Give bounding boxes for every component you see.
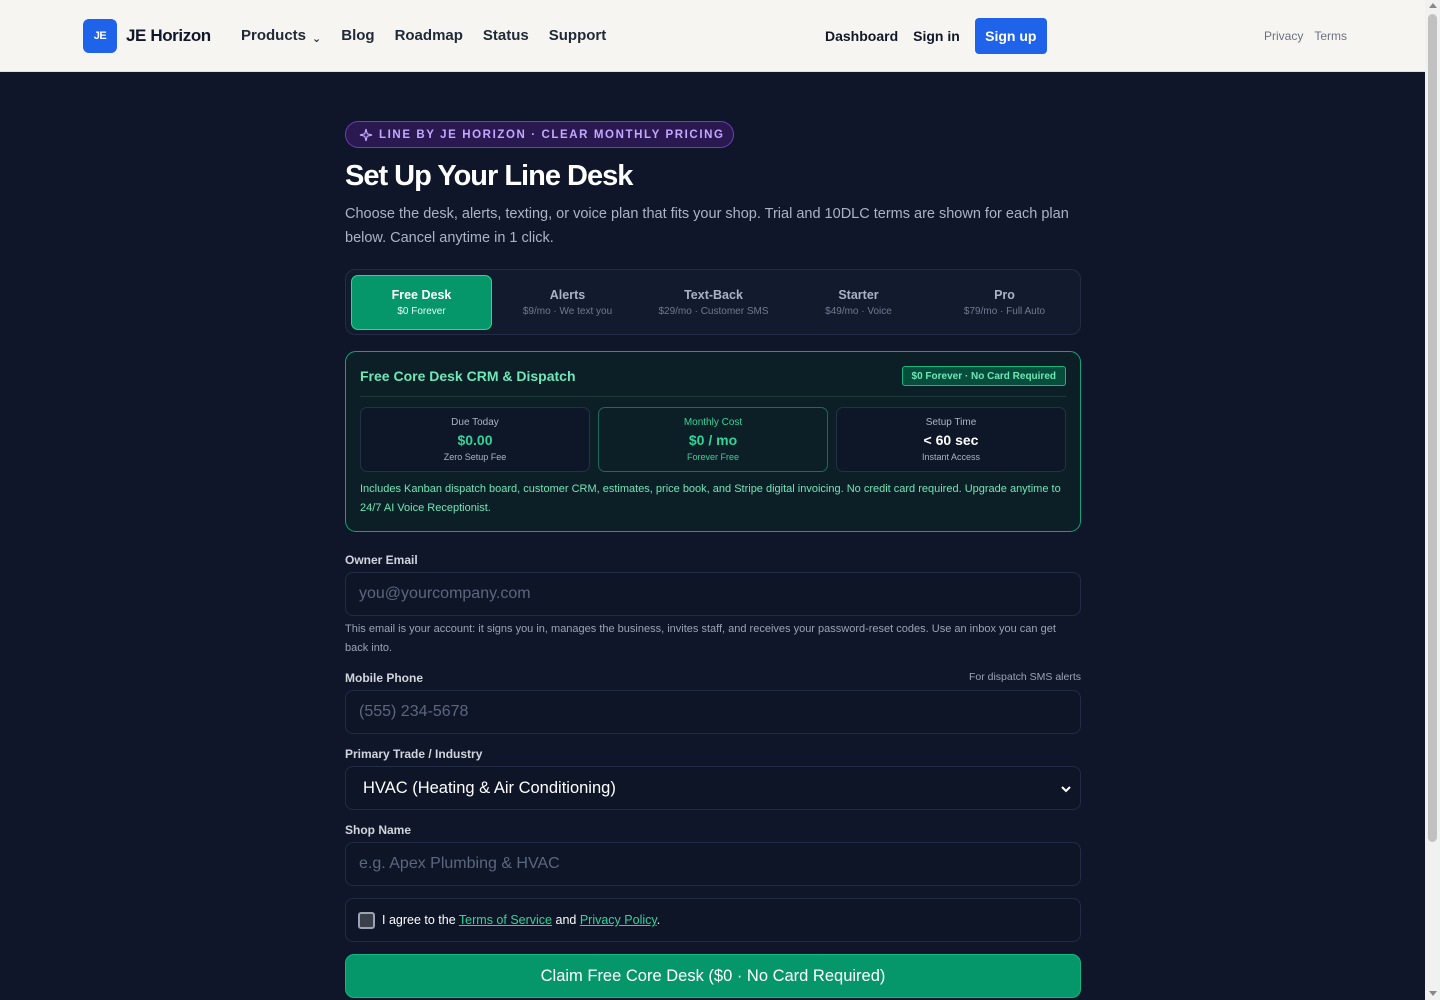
privacy-policy-link[interactable]: Privacy Policy [580,913,657,927]
shop-placeholder: e.g. Apex Plumbing & HVAC [359,855,560,872]
email-label: Owner Email [345,553,418,567]
scroll-thumb[interactable] [1428,14,1437,842]
agree-and: and [552,913,580,927]
email-field[interactable]: you@yourcompany.com [345,572,1081,616]
plan-title: Free Core Desk CRM & Dispatch [360,368,576,384]
nav-blog[interactable]: Blog [341,27,374,44]
stat-label: Setup Time [925,417,977,428]
brand-name[interactable]: JE Horizon [126,26,211,46]
phone-label: Mobile Phone [345,671,423,685]
trade-label: Primary Trade / Industry [345,747,483,761]
legal-links: Privacy Terms [1264,29,1358,43]
terms-agreement-text: I agree to the Terms of Service and Priv… [382,913,660,927]
stat-sub: Zero Setup Fee [443,452,507,462]
sparkle-icon [359,128,373,141]
terms-agreement: I agree to the Terms of Service and Priv… [345,898,1081,942]
dashboard-link[interactable]: Dashboard [825,28,898,44]
terms-checkbox[interactable] [358,911,375,929]
header-actions: Dashboard Sign in Sign up [825,18,1047,54]
tab-name: Starter [838,288,879,302]
stat-value: < 60 sec [923,432,979,448]
nav-products[interactable]: Products ⌄ [241,26,321,45]
tab-price: $9/mo · We text you [522,306,613,317]
nav-support[interactable]: Support [549,27,607,44]
email-help-text: This email is your account: it signs you… [345,623,1056,654]
product-badge-text: LINE BY JE HORIZON · CLEAR MONTHLY PRICI… [379,128,725,141]
tab-starter[interactable]: Starter $49/mo · Voice [788,275,929,330]
plan-description: Includes Kanban dispatch board, customer… [360,483,1061,514]
agree-suffix: . [656,913,661,927]
page-scrollbar[interactable] [1425,0,1440,1000]
email-placeholder: you@yourcompany.com [359,585,531,602]
tab-price: $29/mo · Customer SMS [658,306,769,317]
claim-free-desk-button[interactable]: Claim Free Core Desk ($0 · No Card Requi… [345,954,1081,998]
product-badge: LINE BY JE HORIZON · CLEAR MONTHLY PRICI… [345,121,734,148]
stat-setup-time: Setup Time < 60 sec Instant Access [836,407,1066,472]
stat-monthly-cost: Monthly Cost $0 / mo Forever Free [598,407,828,472]
stat-label: Due Today [451,417,499,428]
tab-text-back[interactable]: Text-Back $29/mo · Customer SMS [643,275,784,330]
nav-roadmap[interactable]: Roadmap [395,27,463,44]
terms-of-service-link[interactable]: Terms of Service [459,913,552,927]
plan-badge: $0 Forever · No Card Required [901,366,1066,386]
tab-name: Alerts [549,288,586,302]
scroll-up-arrow-icon[interactable] [1429,3,1437,8]
chevron-down-icon [1061,786,1071,793]
sign-up-button[interactable]: Sign up [974,18,1047,54]
chevron-down-icon: ⌄ [312,33,322,45]
stat-due-today: Due Today $0.00 Zero Setup Fee [360,407,590,472]
trade-select[interactable]: HVAC (Heating & Air Conditioning) [345,766,1081,810]
nav-products-label: Products [241,27,307,44]
phone-hint: For dispatch SMS alerts [968,671,1081,683]
stat-value: $0.00 [457,432,493,448]
plan-tabs: Free Desk $0 Forever Alerts $9/mo · We t… [345,269,1081,335]
stat-value: $0 / mo [688,432,738,448]
sign-in-link[interactable]: Sign in [913,28,960,44]
tab-name: Text-Back [684,288,743,302]
tab-alerts[interactable]: Alerts $9/mo · We text you [497,275,638,330]
page-title: Set Up Your Line Desk [345,160,633,192]
tab-pro[interactable]: Pro $79/mo · Full Auto [934,275,1075,330]
logo[interactable]: JE [83,19,117,53]
phone-field[interactable]: (555) 234-5678 [345,690,1081,734]
tab-price: $79/mo · Full Auto [963,306,1046,317]
scroll-down-arrow-icon[interactable] [1429,991,1437,996]
tab-price: $49/mo · Voice [825,306,892,317]
main-nav: Products ⌄ Blog Roadmap Status Support [241,26,626,45]
page-subtitle: Choose the desk, alerts, texting, or voi… [345,206,1069,246]
tab-price: $0 Forever [397,306,446,317]
divider [360,396,1066,397]
trade-selected-value: HVAC (Heating & Air Conditioning) [363,778,616,797]
shop-name-field[interactable]: e.g. Apex Plumbing & HVAC [345,842,1081,886]
shop-label: Shop Name [345,823,412,837]
tab-name: Free Desk [391,288,452,302]
privacy-link[interactable]: Privacy [1264,29,1303,43]
phone-placeholder: (555) 234-5678 [359,703,469,720]
tab-free-desk[interactable]: Free Desk $0 Forever [351,275,492,330]
stat-sub: Forever Free [686,452,739,462]
plan-summary-card: Free Core Desk CRM & Dispatch $0 Forever… [345,351,1081,532]
stat-sub: Instant Access [921,452,981,462]
terms-link[interactable]: Terms [1314,29,1347,43]
top-header: JE JE Horizon Products ⌄ Blog Roadmap Sta… [0,0,1425,72]
nav-status[interactable]: Status [483,27,529,44]
stat-label: Monthly Cost [683,417,743,428]
tab-name: Pro [994,288,1015,302]
agree-prefix: I agree to the [382,913,459,927]
